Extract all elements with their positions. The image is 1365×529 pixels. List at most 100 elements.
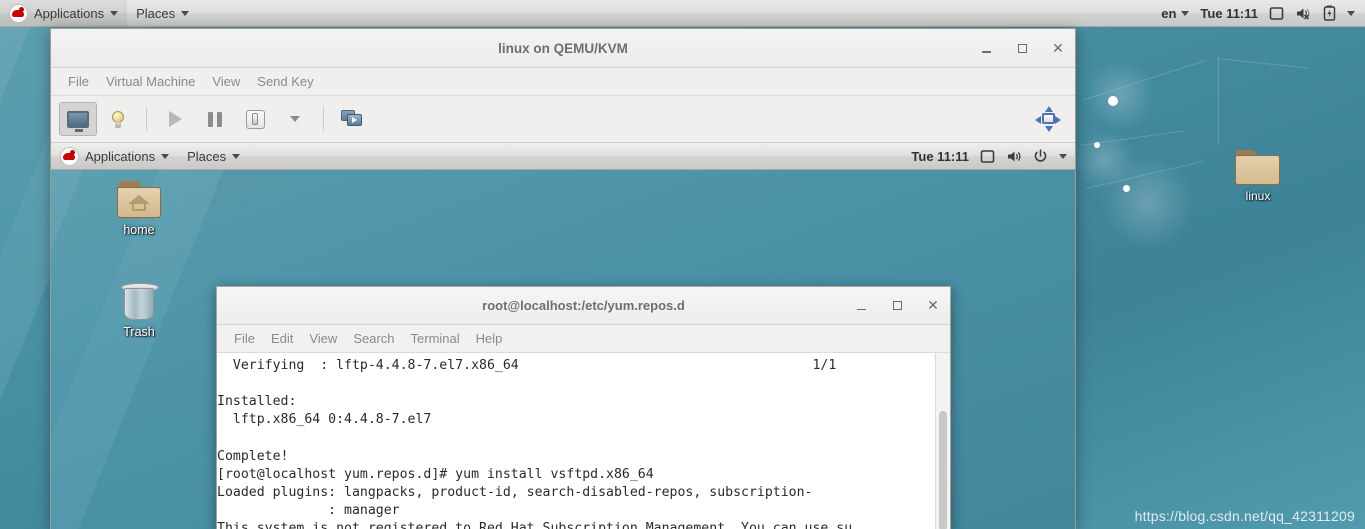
- terminal-close-button[interactable]: ✕: [924, 297, 942, 315]
- terminal-scrollbar[interactable]: [935, 353, 950, 529]
- guest-top-panel: Applications Places Tue 11:11: [51, 143, 1075, 170]
- terminal-line: [root@localhost yum.repos.d]# yum instal…: [217, 466, 654, 482]
- terminal-line: Verifying : lftp-4.4.8-7.el7.x86_64 1/1: [217, 358, 837, 373]
- fullscreen-button[interactable]: [1029, 102, 1067, 136]
- run-button[interactable]: [156, 102, 194, 136]
- guest-applications-label: Applications: [85, 148, 156, 164]
- terminal-body[interactable]: Verifying : lftp-4.4.8-7.el7.x86_64 1/1 I…: [217, 353, 950, 529]
- pause-icon: [207, 111, 223, 127]
- keyboard-layout-label: en: [1161, 5, 1177, 21]
- lightbulb-icon: [111, 110, 125, 128]
- virt-manager-window: linux on QEMU/KVM ✕ File Virtual Machine…: [50, 28, 1076, 529]
- snapshots-button[interactable]: [333, 102, 371, 136]
- guest-system-tray: Tue 11:11: [911, 149, 1075, 164]
- terminal-minimize-button[interactable]: [852, 297, 870, 315]
- power-icon[interactable]: [1033, 148, 1048, 164]
- terminal-menu-help[interactable]: Help: [469, 328, 510, 349]
- virt-manager-menubar: File Virtual Machine View Send Key: [51, 68, 1075, 96]
- terminal-line: Loaded plugins: langpacks, product-id, s…: [217, 484, 813, 500]
- terminal-line: This system is not registered to Red Hat…: [217, 521, 853, 529]
- terminal-line: Complete!: [217, 448, 289, 464]
- minimize-button[interactable]: [977, 39, 995, 57]
- folder-icon: [1235, 150, 1281, 186]
- redhat-logo-icon: [9, 3, 28, 23]
- virt-manager-toolbar: [51, 96, 1075, 143]
- terminal-menu-edit[interactable]: Edit: [264, 328, 300, 349]
- terminal-menu-terminal[interactable]: Terminal: [404, 328, 467, 349]
- toolbar-separator: [323, 107, 324, 131]
- shutdown-options-button[interactable]: [276, 102, 314, 136]
- screens-icon: [341, 110, 363, 128]
- guest-icon-label: Trash: [123, 325, 155, 339]
- chevron-down-icon: [232, 153, 241, 159]
- volume-icon[interactable]: [1006, 149, 1022, 164]
- virt-manager-window-controls: ✕: [977, 29, 1067, 67]
- guest-clock[interactable]: Tue 11:11: [911, 149, 969, 164]
- play-icon: [168, 111, 182, 127]
- menu-send-key[interactable]: Send Key: [250, 71, 320, 92]
- display-icon[interactable]: [980, 149, 995, 164]
- host-top-panel: Applications Places en Tue 11:11: [0, 0, 1365, 27]
- terminal-menu-view[interactable]: View: [302, 328, 344, 349]
- chevron-down-icon: [290, 116, 300, 122]
- volume-muted-icon[interactable]: [1295, 6, 1312, 21]
- terminal-maximize-button[interactable]: [888, 297, 906, 315]
- terminal-window-controls: ✕: [852, 287, 942, 324]
- show-console-button[interactable]: [59, 102, 97, 136]
- terminal-titlebar[interactable]: root@localhost:/etc/yum.repos.d ✕: [217, 287, 950, 325]
- host-clock[interactable]: Tue 11:11: [1200, 6, 1258, 21]
- guest-places-menu[interactable]: Places: [178, 143, 249, 169]
- host-system-tray: en Tue 11:11: [1161, 5, 1365, 21]
- menu-virtual-machine[interactable]: Virtual Machine: [99, 71, 202, 92]
- terminal-output[interactable]: Verifying : lftp-4.4.8-7.el7.x86_64 1/1 I…: [217, 353, 935, 529]
- battery-charging-icon[interactable]: [1323, 5, 1336, 21]
- chevron-down-icon: [1181, 10, 1190, 16]
- watermark-text: https://blog.csdn.net/qq_42311209: [1134, 508, 1355, 524]
- terminal-scrollbar-thumb[interactable]: [939, 411, 947, 529]
- virt-manager-titlebar[interactable]: linux on QEMU/KVM ✕: [51, 29, 1075, 68]
- terminal-menubar: File Edit View Search Terminal Help: [217, 325, 950, 353]
- terminal-window: root@localhost:/etc/yum.repos.d ✕ File E…: [216, 286, 951, 529]
- terminal-menu-search[interactable]: Search: [346, 328, 401, 349]
- show-details-button[interactable]: [99, 102, 137, 136]
- guest-desktop-icon-home[interactable]: home: [99, 181, 179, 237]
- guest-applications-menu[interactable]: Applications: [51, 143, 178, 169]
- terminal-title: root@localhost:/etc/yum.repos.d: [482, 298, 685, 313]
- menu-view[interactable]: View: [205, 71, 247, 92]
- guest-console-viewport[interactable]: Applications Places Tue 11:11 home Trash…: [51, 143, 1075, 529]
- shutdown-button[interactable]: [236, 102, 274, 136]
- desktop-icon-label: linux: [1245, 189, 1271, 203]
- chevron-down-icon: [110, 10, 119, 16]
- toolbar-separator: [146, 107, 147, 131]
- fullscreen-icon: [1035, 106, 1061, 132]
- chevron-down-icon: [161, 153, 170, 159]
- maximize-button[interactable]: [1013, 39, 1031, 57]
- host-applications-menu[interactable]: Applications: [0, 0, 128, 26]
- home-folder-icon: [115, 181, 163, 221]
- menu-file[interactable]: File: [61, 71, 96, 92]
- guest-places-label: Places: [187, 148, 227, 164]
- chevron-down-icon: [181, 10, 190, 16]
- terminal-menu-file[interactable]: File: [227, 328, 262, 349]
- monitor-icon: [67, 110, 89, 132]
- pause-button[interactable]: [196, 102, 234, 136]
- shutdown-icon: [245, 109, 265, 129]
- terminal-line: lftp.x86_64 0:4.4.8-7.el7: [217, 412, 432, 428]
- keyboard-layout-indicator[interactable]: en: [1161, 5, 1190, 21]
- host-places-menu[interactable]: Places: [127, 0, 198, 26]
- virt-manager-title: linux on QEMU/KVM: [498, 40, 628, 56]
- host-applications-label: Applications: [34, 5, 105, 21]
- close-button[interactable]: ✕: [1049, 39, 1067, 57]
- display-icon[interactable]: [1269, 6, 1284, 21]
- guest-tray-chevron-down-icon[interactable]: [1059, 153, 1067, 159]
- screen: Applications Places en Tue 11:11 linux h…: [0, 0, 1365, 529]
- trash-icon: [120, 281, 159, 323]
- terminal-line: : manager: [217, 503, 400, 519]
- tray-chevron-down-icon[interactable]: [1347, 10, 1355, 16]
- terminal-line: Installed:: [217, 394, 297, 410]
- desktop-icon-linux[interactable]: linux: [1219, 150, 1297, 203]
- host-places-label: Places: [136, 5, 176, 21]
- guest-desktop-icon-trash[interactable]: Trash: [99, 281, 179, 339]
